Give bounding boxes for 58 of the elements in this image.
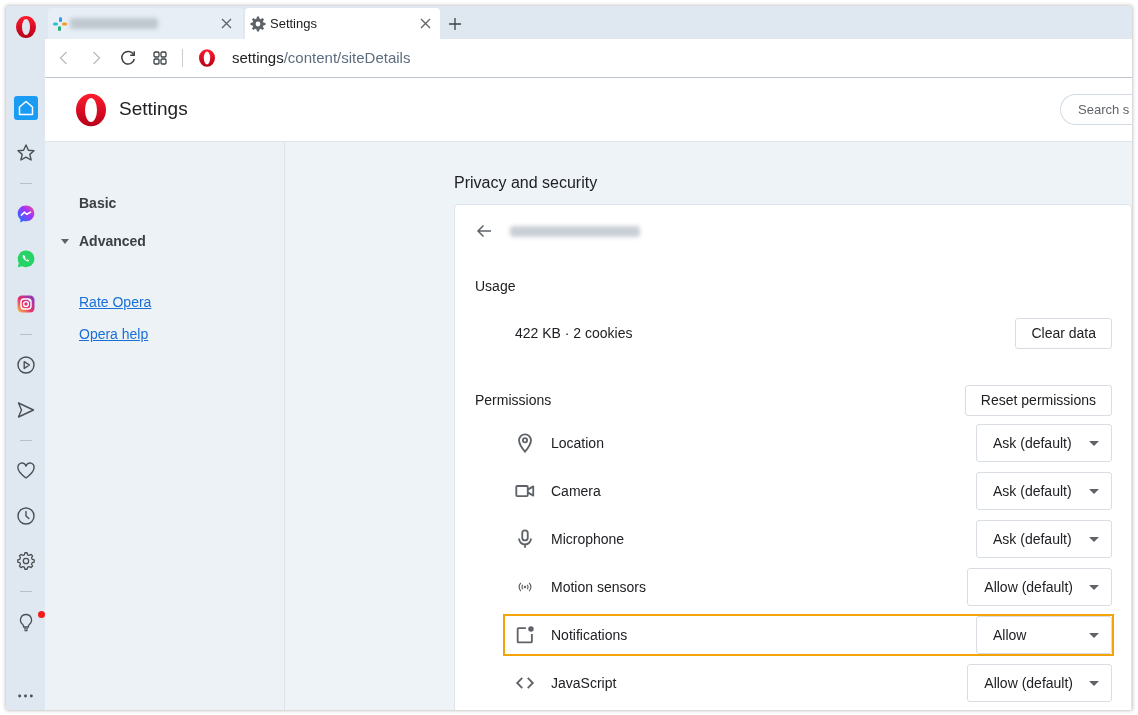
section-heading: Permissions	[475, 390, 552, 410]
permission-label: Notifications	[551, 625, 628, 645]
home-button[interactable]	[13, 95, 38, 120]
logo-icon	[199, 49, 215, 67]
heart-icon	[15, 460, 36, 481]
address-text[interactable]: settings/content/siteDetails	[232, 46, 411, 70]
clear-data-button[interactable]: Clear data	[1015, 317, 1112, 349]
caret-icon	[1089, 584, 1099, 590]
nav-item[interactable]: Basic	[79, 192, 117, 214]
search-field[interactable]: Search s	[1060, 94, 1132, 125]
permission-dropdown[interactable]: Ask (default)	[976, 472, 1112, 510]
reset-permissions-button[interactable]: Reset permissions	[964, 384, 1112, 416]
chat-bubble-icon	[15, 203, 36, 224]
phone-bubble-icon	[15, 248, 36, 269]
section-heading: Usage	[475, 276, 516, 296]
permission-dropdown[interactable]: Allow (default)	[967, 664, 1112, 702]
logo-icon	[15, 16, 36, 38]
clock-icon	[15, 505, 36, 526]
section-title: Privacy and security	[454, 173, 598, 193]
permission-label: Microphone	[551, 529, 625, 549]
camera-square-icon	[15, 293, 36, 314]
caret-icon	[1089, 536, 1099, 542]
nav-item[interactable]: Advanced	[79, 230, 146, 252]
play-circle-icon	[15, 354, 36, 375]
more-icon	[18, 694, 33, 698]
grid-icon	[152, 50, 168, 66]
back-arrow-icon[interactable]	[476, 223, 492, 239]
notification-icon	[514, 624, 536, 646]
tab-title: Settings	[270, 14, 317, 33]
sensor-waves-icon	[517, 579, 533, 595]
plus-icon[interactable]	[449, 17, 461, 30]
permission-label: Motion sensors	[551, 577, 646, 597]
logo-icon	[76, 92, 106, 127]
gear-icon	[250, 15, 266, 32]
page-title: Settings	[119, 97, 188, 122]
help-link[interactable]: Rate Opera	[79, 291, 152, 313]
permission-label: Camera	[551, 481, 601, 501]
caret-icon[interactable]	[61, 238, 69, 244]
caret-icon	[1089, 680, 1099, 686]
permission-label: Location	[551, 433, 604, 453]
pinwheel-icon	[53, 16, 67, 31]
help-link[interactable]: Opera help	[79, 323, 149, 345]
send-icon	[15, 399, 36, 420]
gear-icon	[15, 550, 36, 571]
permission-dropdown[interactable]: Ask (default)	[976, 520, 1112, 558]
usage-summary: 422 KB · 2 cookies	[515, 323, 633, 343]
permission-dropdown[interactable]: Allow	[976, 616, 1112, 654]
close-icon[interactable]	[221, 18, 232, 29]
permission-dropdown[interactable]: Ask (default)	[976, 424, 1112, 462]
caret-icon	[1089, 632, 1099, 638]
permission-dropdown[interactable]: Allow (default)	[967, 568, 1112, 606]
browser-tab[interactable]: Settings	[245, 8, 440, 39]
close-icon[interactable]	[420, 18, 431, 29]
reload-icon	[120, 50, 136, 66]
caret-icon	[1089, 488, 1099, 494]
star-icon	[15, 142, 36, 163]
caret-icon	[1089, 440, 1099, 446]
permission-label: JavaScript	[551, 673, 617, 693]
